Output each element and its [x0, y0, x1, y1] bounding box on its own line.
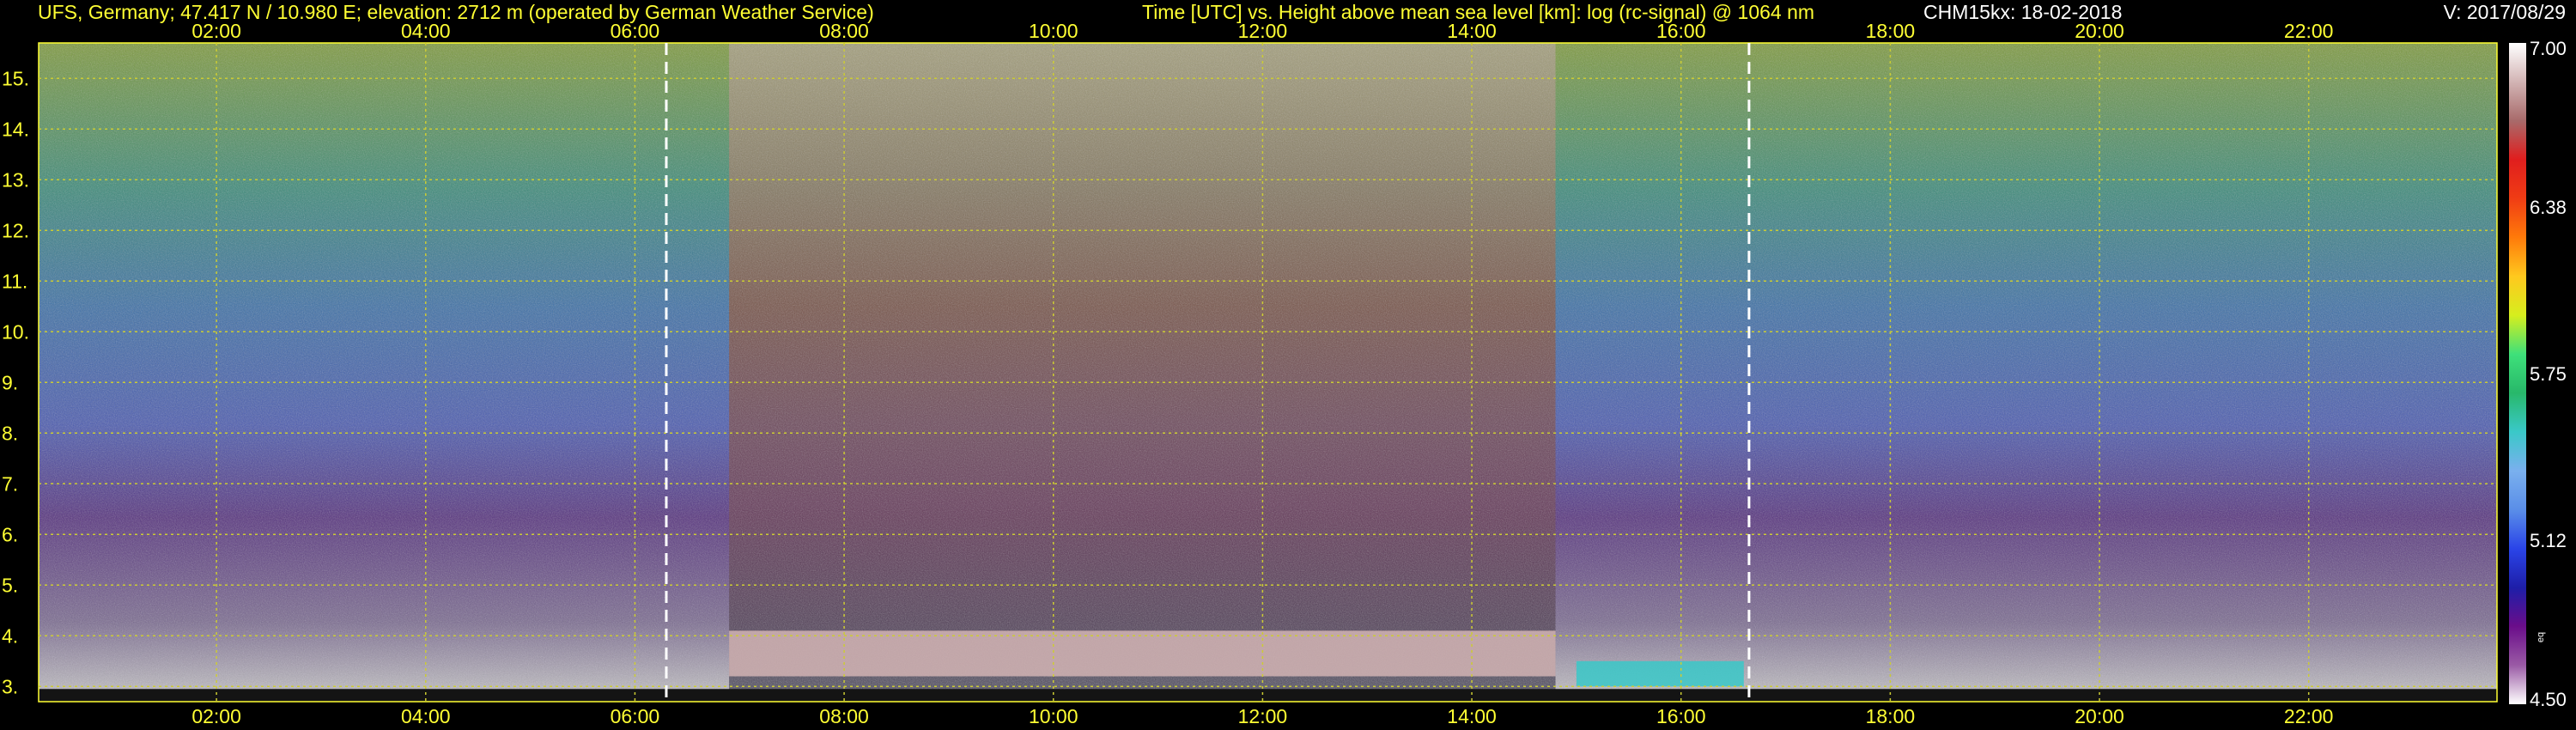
ground-level-band [39, 689, 2497, 702]
colorbar: 4.50 5.12 5.75 6.38 7.00 eq [2509, 38, 2567, 710]
x-tick-label-top: 22:00 [2284, 20, 2334, 42]
colorbar-tick-label: 5.12 [2530, 530, 2567, 551]
y-axis: 3. 4. 5. 6. 7. 8. 9. 10. 11. 12. 13. 14. 15. [2, 67, 29, 697]
y-tick-label: 7. [2, 472, 18, 495]
x-tick-label-top: 16:00 [1656, 20, 1706, 42]
signal-noise-texture [39, 43, 2497, 702]
x-tick-label-bottom: 02:00 [191, 705, 241, 727]
x-tick-label-bottom: 18:00 [1866, 705, 1916, 727]
x-tick-label-top: 04:00 [401, 20, 451, 42]
x-tick-label-bottom: 12:00 [1238, 705, 1288, 727]
x-tick-label-bottom: 04:00 [401, 705, 451, 727]
x-tick-label-top: 12:00 [1238, 20, 1288, 42]
y-tick-label: 4. [2, 624, 18, 647]
colorbar-unit-label: eq [2536, 632, 2546, 642]
y-tick-label: 14. [2, 118, 29, 140]
x-tick-label-top: 02:00 [191, 20, 241, 42]
y-tick-label: 11. [2, 270, 27, 292]
y-tick-label: 15. [2, 67, 29, 89]
x-tick-label-bottom: 06:00 [611, 705, 660, 727]
y-tick-label: 5. [2, 574, 18, 596]
x-tick-label-top: 14:00 [1447, 20, 1497, 42]
x-tick-label-top: 18:00 [1866, 20, 1916, 42]
x-tick-label-bottom: 10:00 [1029, 705, 1078, 727]
y-tick-label: 9. [2, 371, 18, 393]
cloud-layer-2 [1576, 660, 1744, 687]
colorbar-tick-label: 7.00 [2530, 38, 2567, 59]
y-tick-label: 12. [2, 219, 29, 241]
cloud-layer-1 [729, 630, 1556, 677]
y-tick-label: 13. [2, 168, 29, 191]
y-tick-label: 8. [2, 422, 18, 444]
x-tick-label-bottom: 16:00 [1656, 705, 1706, 727]
lidar-heatmap-chart: 02:00 04:00 06:00 08:00 10:00 12:00 14:00 16:00… [2, 20, 2567, 727]
x-tick-label-bottom: 22:00 [2284, 705, 2334, 727]
plot-area [38, 42, 2498, 703]
x-tick-label-bottom: 14:00 [1447, 705, 1497, 727]
x-tick-label-top: 10:00 [1029, 20, 1078, 42]
colorbar-gradient [2509, 43, 2526, 704]
y-tick-label: 3. [2, 675, 18, 697]
x-axis-top: 02:00 04:00 06:00 08:00 10:00 12:00 14:00 16:00… [191, 20, 2333, 42]
colorbar-tick-label: 6.38 [2530, 197, 2567, 218]
x-axis-bottom: 02:00 04:00 06:00 08:00 10:00 12:00 14:00 16:00… [191, 705, 2333, 727]
x-tick-label-top: 08:00 [819, 20, 869, 42]
x-tick-label-bottom: 08:00 [819, 705, 869, 727]
x-tick-label-top: 06:00 [611, 20, 660, 42]
x-tick-label-top: 20:00 [2075, 20, 2124, 42]
colorbar-tick-label: 4.50 [2530, 689, 2567, 710]
colorbar-tick-label: 5.75 [2530, 363, 2567, 385]
x-tick-label-bottom: 20:00 [2075, 705, 2124, 727]
y-tick-label: 10. [2, 320, 29, 343]
y-tick-label: 6. [2, 523, 18, 545]
